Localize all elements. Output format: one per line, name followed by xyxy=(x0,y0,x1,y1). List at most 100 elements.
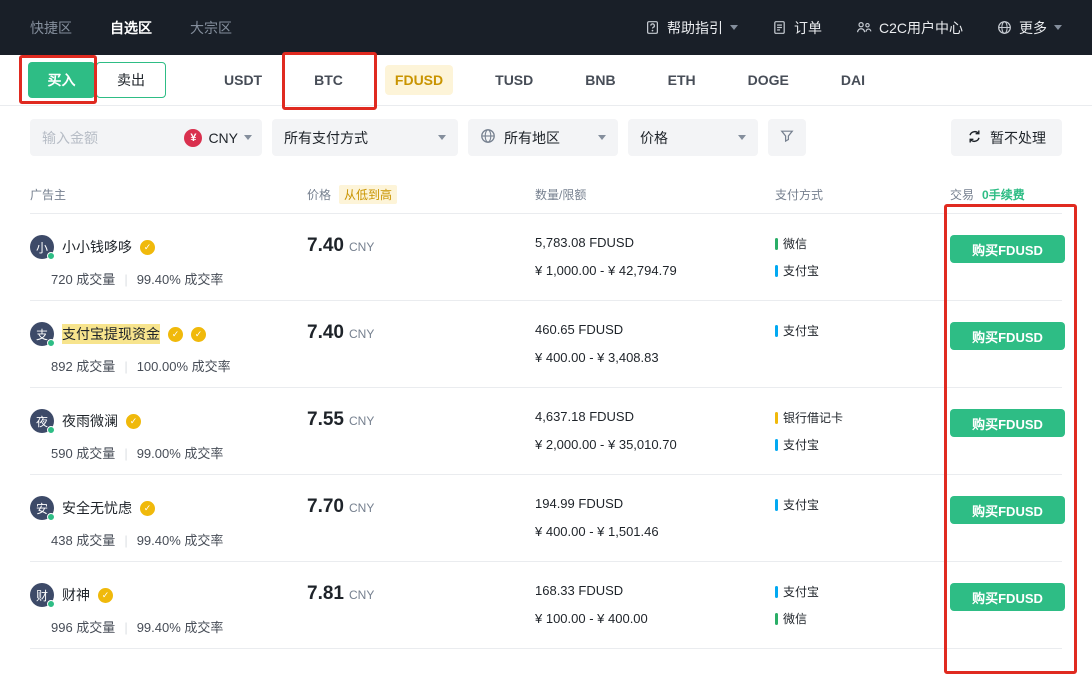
orders-count: 438 成交量 xyxy=(51,533,115,548)
coin-tab-tusd[interactable]: TUSD xyxy=(485,65,543,95)
completion-rate: 99.40% 成交率 xyxy=(137,272,224,287)
zero-fee-badge: 0手续费 xyxy=(982,186,1025,203)
offer-price: 7.55 xyxy=(307,409,344,430)
payment-method-label: 支付宝 xyxy=(783,436,819,453)
advertiser-stats: 438 成交量|99.40% 成交率 xyxy=(51,530,307,549)
payment-color-bar-icon xyxy=(775,325,778,337)
advertiser-name[interactable]: 安全无忧虑 xyxy=(62,498,132,518)
verified-badge-icon: ✓ xyxy=(126,414,141,429)
price-sort-badge[interactable]: 从低到高 xyxy=(339,185,397,204)
header-payment: 支付方式 xyxy=(775,185,950,204)
buy-tab[interactable]: 买入 xyxy=(28,62,95,98)
offer-price: 7.81 xyxy=(307,583,344,604)
verified-badge-icon: ✓ xyxy=(140,501,155,516)
online-status-dot xyxy=(47,252,55,260)
coin-tab-bnb[interactable]: BNB xyxy=(575,65,625,95)
price-cell: 7.70CNY xyxy=(307,496,535,561)
region-select[interactable]: 所有地区 xyxy=(468,119,618,156)
coin-tab-usdt[interactable]: USDT xyxy=(214,65,272,95)
refresh-button[interactable]: 暂不处理 xyxy=(951,119,1062,156)
payment-color-bar-icon xyxy=(775,586,778,598)
advertiser-cell: 财财神✓996 成交量|99.40% 成交率 xyxy=(30,583,307,648)
coin-tab-fdusd[interactable]: FDUSD xyxy=(385,65,453,95)
coin-tab-doge[interactable]: DOGE xyxy=(738,65,799,95)
topnav-menu-0[interactable]: 帮助指引 xyxy=(645,18,738,38)
payment-cell: 支付宝 xyxy=(775,496,950,561)
advertiser-name[interactable]: 支付宝提现资金 xyxy=(62,324,160,344)
offer-row-0: 小小小钱哆哆✓720 成交量|99.40% 成交率7.40CNY5,783.08… xyxy=(30,214,1062,301)
advertiser-name[interactable]: 财神 xyxy=(62,585,90,605)
verified-badge-icon: ✓ xyxy=(140,240,155,255)
topnav-menu-1[interactable]: 订单 xyxy=(772,18,822,38)
offer-price: 7.70 xyxy=(307,496,344,517)
advertiser-stats: 996 成交量|99.40% 成交率 xyxy=(51,617,307,636)
payment-method-label: 微信 xyxy=(783,235,807,252)
topnav-item-1[interactable]: 自选区 xyxy=(110,18,152,38)
price-cell: 7.40CNY xyxy=(307,322,535,387)
orders-icon xyxy=(772,20,787,35)
amount-limit-cell: 194.99 FDUSD¥ 400.00 - ¥ 1,501.46 xyxy=(535,496,775,561)
buy-fdusd-button[interactable]: 购买FDUSD xyxy=(950,583,1065,611)
amount-limit-cell: 5,783.08 FDUSD¥ 1,000.00 - ¥ 42,794.79 xyxy=(535,235,775,300)
offer-amount: 460.65 FDUSD xyxy=(535,322,775,337)
sort-select[interactable]: 价格 xyxy=(628,119,758,156)
payment-method: 支付宝 xyxy=(775,262,950,279)
sort-select-label: 价格 xyxy=(640,128,668,148)
coin-tab-dai[interactable]: DAI xyxy=(831,65,875,95)
offer-amount: 4,637.18 FDUSD xyxy=(535,409,775,424)
topnav-item-2[interactable]: 大宗区 xyxy=(190,18,232,38)
action-cell: 购买FDUSD xyxy=(950,409,1062,474)
orders-count: 720 成交量 xyxy=(51,272,115,287)
topnav-menu-3[interactable]: 更多 xyxy=(997,18,1062,38)
currency-select[interactable]: ¥ CNY xyxy=(184,129,252,147)
refresh-button-label: 暂不处理 xyxy=(990,128,1046,148)
topnav-menu-2[interactable]: C2C用户中心 xyxy=(856,18,963,38)
topnav-menu-label: 更多 xyxy=(1019,18,1047,38)
topnav-item-0[interactable]: 快捷区 xyxy=(30,18,72,38)
advertiser-avatar: 财 xyxy=(30,583,54,607)
header-amount-limit: 数量/限额 xyxy=(535,185,775,204)
advertiser-name[interactable]: 小小钱哆哆 xyxy=(62,237,132,257)
payment-method-select[interactable]: 所有支付方式 xyxy=(272,119,458,156)
filter-button[interactable] xyxy=(768,119,806,156)
sell-tab[interactable]: 卖出 xyxy=(96,62,166,98)
c2c-user-center-icon xyxy=(856,20,872,35)
action-cell: 购买FDUSD xyxy=(950,583,1062,648)
advertiser-stats: 892 成交量|100.00% 成交率 xyxy=(51,356,307,375)
advertiser-cell: 小小小钱哆哆✓720 成交量|99.40% 成交率 xyxy=(30,235,307,300)
coin-tab-btc[interactable]: BTC xyxy=(304,65,353,95)
buy-fdusd-button[interactable]: 购买FDUSD xyxy=(950,322,1065,350)
chevron-down-icon xyxy=(244,135,252,140)
payment-color-bar-icon xyxy=(775,265,778,277)
payment-method: 支付宝 xyxy=(775,583,950,600)
globe-icon xyxy=(480,128,496,147)
payment-method-label: 支付宝 xyxy=(783,322,819,339)
advertiser-cell: 安安全无忧虑✓438 成交量|99.40% 成交率 xyxy=(30,496,307,561)
orders-count: 590 成交量 xyxy=(51,446,115,461)
price-currency: CNY xyxy=(349,588,374,602)
action-cell: 购买FDUSD xyxy=(950,496,1062,561)
chevron-down-icon xyxy=(738,135,746,140)
buy-fdusd-button[interactable]: 购买FDUSD xyxy=(950,409,1065,437)
offer-row-3: 安安全无忧虑✓438 成交量|99.40% 成交率7.70CNY194.99 F… xyxy=(30,475,1062,562)
amount-input[interactable] xyxy=(42,130,184,146)
action-cell: 购买FDUSD xyxy=(950,322,1062,387)
buy-fdusd-button[interactable]: 购买FDUSD xyxy=(950,496,1065,524)
payment-color-bar-icon xyxy=(775,412,778,424)
buy-fdusd-button[interactable]: 购买FDUSD xyxy=(950,235,1065,263)
region-select-label: 所有地区 xyxy=(504,128,560,148)
filter-bar: ¥ CNY 所有支付方式 所有地区 价格 xyxy=(30,119,1062,156)
secondary-nav: 帮助指引 订单 C2C用户中心 更多 xyxy=(645,18,1062,38)
coin-tab-eth[interactable]: ETH xyxy=(658,65,706,95)
advertiser-name[interactable]: 夜雨微澜 xyxy=(62,411,118,431)
payment-cell: 银行借记卡支付宝 xyxy=(775,409,950,474)
advertiser-stats: 720 成交量|99.40% 成交率 xyxy=(51,269,307,288)
header-advertiser: 广告主 xyxy=(30,185,307,204)
globe-icon xyxy=(997,20,1012,35)
payment-method-label: 微信 xyxy=(783,610,807,627)
top-navigation: 快捷区 自选区 大宗区 帮助指引 订单 C2C用户中心 更多 xyxy=(0,0,1092,55)
payment-color-bar-icon xyxy=(775,238,778,250)
payment-method-label: 支付宝 xyxy=(783,496,819,513)
payment-color-bar-icon xyxy=(775,439,778,451)
online-status-dot xyxy=(47,426,55,434)
